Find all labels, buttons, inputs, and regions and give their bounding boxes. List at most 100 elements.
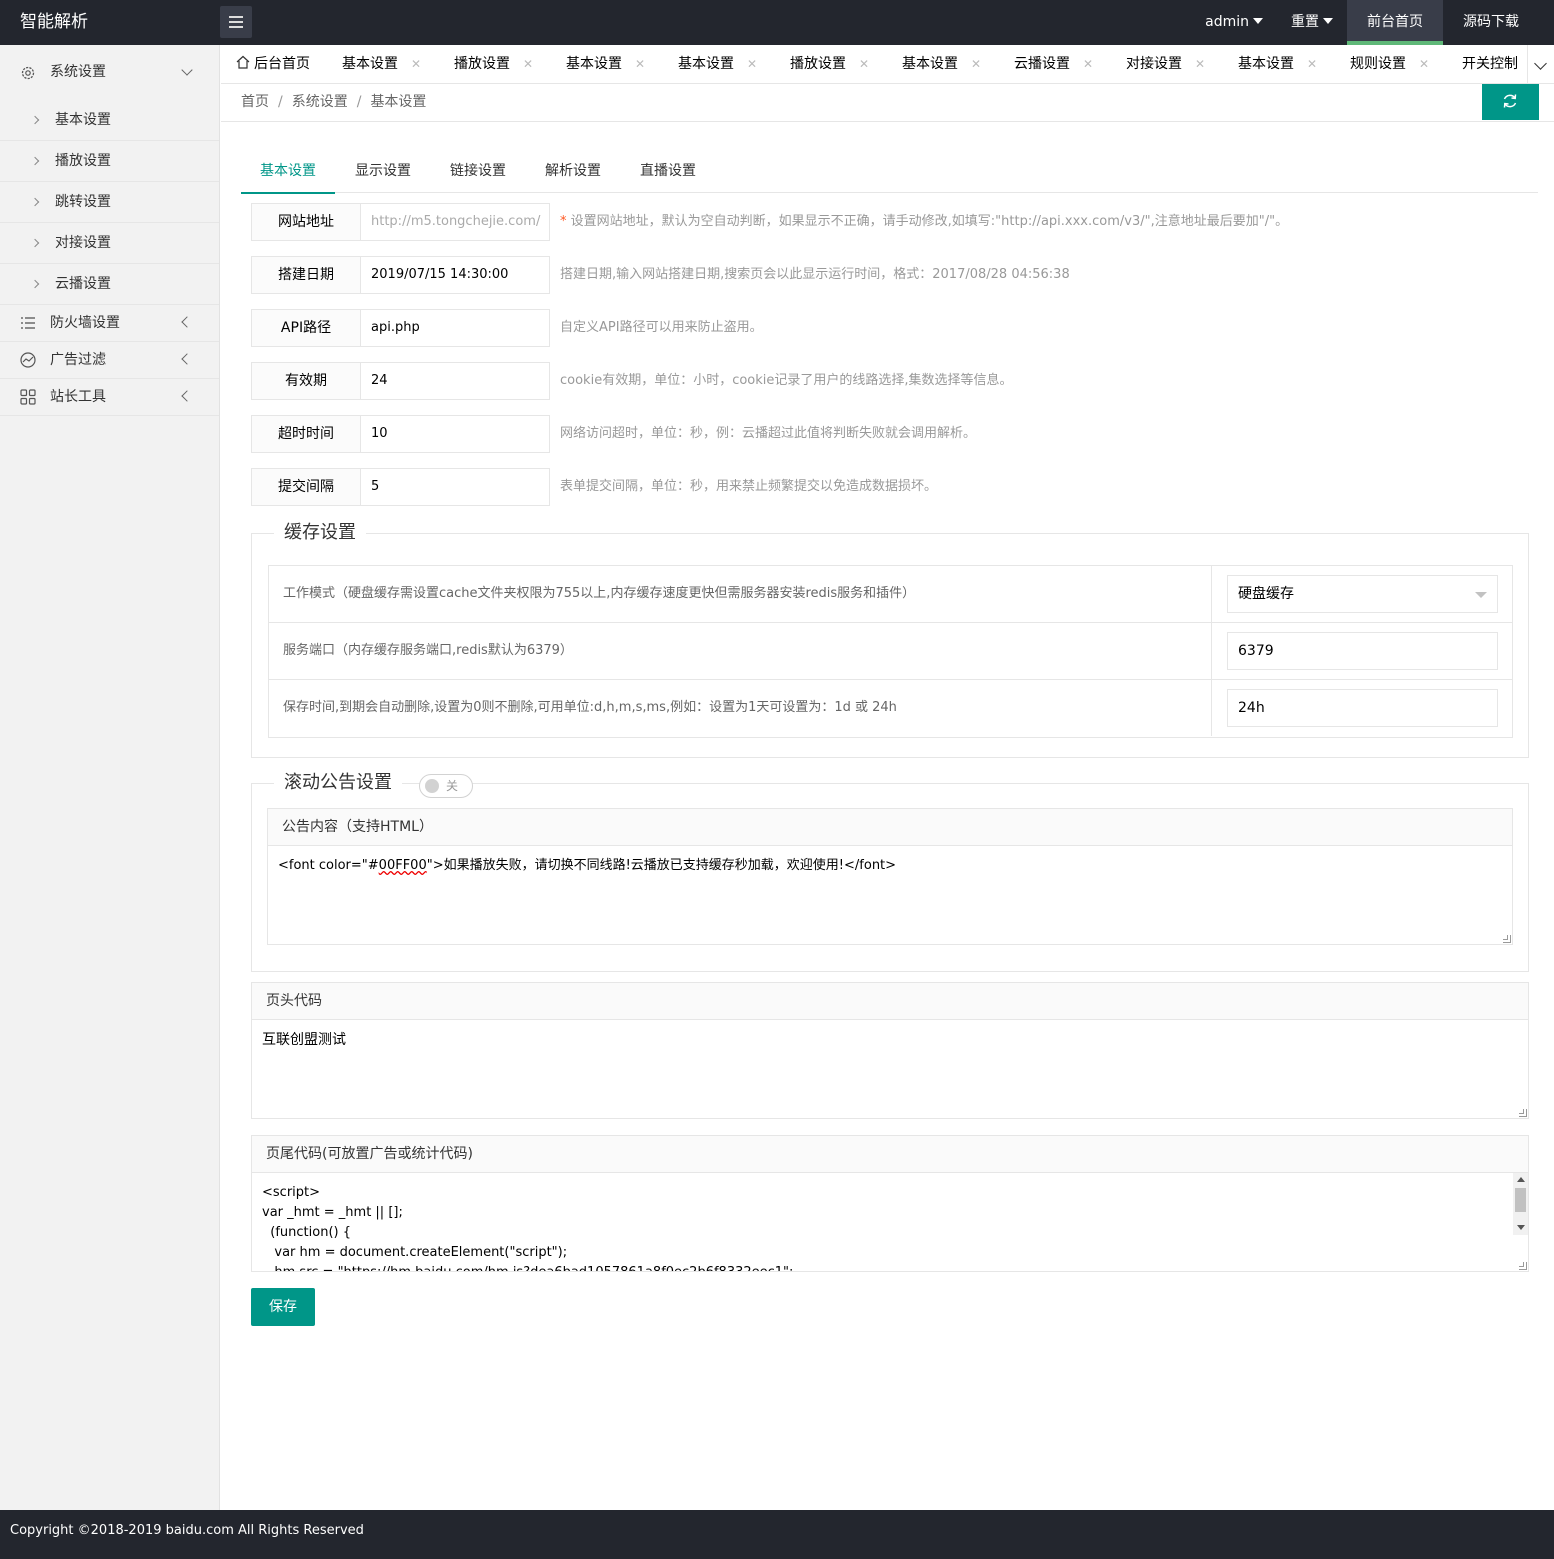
- chevron-right-icon: [30, 279, 40, 289]
- cache-mode-select[interactable]: 硬盘缓存: [1227, 575, 1498, 613]
- tab-scroll-button[interactable]: [1527, 45, 1554, 83]
- submit-interval-input[interactable]: 5: [360, 468, 550, 506]
- tab-display-settings[interactable]: 显示设置: [355, 150, 411, 193]
- close-icon[interactable]: ✕: [747, 45, 757, 83]
- cache-row-cell: 24h: [1211, 680, 1513, 736]
- build-date-input[interactable]: 2019/07/15 14:30:00: [360, 256, 550, 294]
- header-code-textarea[interactable]: 互联创盟测试: [252, 1020, 1528, 1118]
- close-icon[interactable]: ✕: [1195, 45, 1205, 83]
- close-icon[interactable]: ✕: [1083, 45, 1093, 83]
- tab-live-settings[interactable]: 直播设置: [640, 150, 696, 193]
- tab-item[interactable]: 基本设置 ✕: [678, 45, 757, 83]
- tab-item[interactable]: 基本设置 ✕: [342, 45, 421, 83]
- sidebar-group-tools[interactable]: 站长工具: [0, 379, 219, 416]
- resize-handle-icon[interactable]: [1503, 935, 1511, 943]
- sidebar-item-play[interactable]: 播放设置: [0, 141, 219, 182]
- cache-mode-value: 硬盘缓存: [1238, 586, 1294, 602]
- app-logo: 智能解析: [20, 12, 88, 32]
- sidebar-group-system[interactable]: 系统设置: [0, 45, 219, 100]
- close-icon[interactable]: ✕: [635, 45, 645, 83]
- tab-link-settings[interactable]: 链接设置: [450, 150, 506, 193]
- tab-item[interactable]: 播放设置 ✕: [454, 45, 533, 83]
- footer-code-scrollbar[interactable]: [1513, 1173, 1528, 1235]
- header-code-title: 页头代码: [252, 983, 1528, 1020]
- sidebar-item-label: 云播设置: [55, 276, 111, 292]
- breadcrumb-home[interactable]: 首页: [241, 94, 269, 110]
- resize-handle-icon[interactable]: [1519, 1262, 1527, 1270]
- field-label: 搭建日期: [251, 256, 361, 294]
- source-download-link[interactable]: 源码下载: [1443, 0, 1554, 45]
- sidebar-item-label: 对接设置: [55, 235, 111, 251]
- caret-down-icon: [1323, 18, 1333, 24]
- field-hint-text: 设置网站地址，默认为空自动判断，如果显示不正确，请手动修改,如填写:"http:…: [570, 214, 1289, 229]
- field-hint: 表单提交间隔，单位：秒，用来禁止频繁提交以免造成数据损坏。: [560, 479, 938, 494]
- cache-port-input[interactable]: 6379: [1227, 632, 1498, 670]
- tab-item[interactable]: 基本设置 ✕: [566, 45, 645, 83]
- sidebar-group-label: 站长工具: [50, 389, 106, 405]
- sidebar-group-label: 广告过滤: [50, 352, 106, 368]
- sidebar-item-connect[interactable]: 对接设置: [0, 223, 219, 264]
- tab-home[interactable]: 后台首页: [236, 45, 310, 83]
- tab-item[interactable]: 开关控制: [1462, 45, 1518, 83]
- cache-ttl-input[interactable]: 24h: [1227, 689, 1498, 727]
- close-icon[interactable]: ✕: [1419, 45, 1429, 83]
- sidebar-group-firewall[interactable]: 防火墙设置: [0, 305, 219, 342]
- tab-item[interactable]: 云播设置 ✕: [1014, 45, 1093, 83]
- user-menu[interactable]: admin: [1191, 0, 1277, 45]
- sidebar: 系统设置 基本设置 播放设置 跳转设置 对接设置 云播设置 防火墙设置 广告过滤…: [0, 45, 220, 1510]
- tab-label: 基本设置: [902, 56, 958, 72]
- cache-row-label: 保存时间,到期会自动删除,设置为0则不删除,可用单位:d,h,m,s,ms,例如…: [283, 700, 897, 715]
- tab-parse-settings[interactable]: 解析设置: [545, 150, 601, 193]
- tab-item[interactable]: 基本设置 ✕: [902, 45, 981, 83]
- header-code-card: 页头代码 互联创盟测试: [251, 982, 1529, 1119]
- top-header: 智能解析 admin 重置 前台首页 源码下载: [0, 0, 1554, 45]
- close-icon[interactable]: ✕: [411, 45, 421, 83]
- switch-knob: [425, 779, 439, 793]
- close-icon[interactable]: ✕: [859, 45, 869, 83]
- sidebar-group-adfilter[interactable]: 广告过滤: [0, 342, 219, 379]
- tab-label: 后台首页: [254, 56, 310, 72]
- tab-basic-settings[interactable]: 基本设置: [241, 150, 335, 194]
- footer-code-textarea[interactable]: <script> var _hmt = _hmt || []; (functio…: [252, 1173, 1528, 1271]
- save-button[interactable]: 保存: [251, 1288, 315, 1326]
- sidebar-item-label: 基本设置: [55, 112, 111, 128]
- cache-row-cell: 6379: [1211, 623, 1513, 679]
- reset-label: 重置: [1291, 14, 1319, 30]
- expiry-input[interactable]: 24: [360, 362, 550, 400]
- notice-content-textarea[interactable]: <font color="#00FF00">如果播放失败，请切换不同线路!云播放…: [268, 846, 1512, 944]
- tab-item[interactable]: 基本设置 ✕: [1238, 45, 1317, 83]
- refresh-button[interactable]: [1482, 84, 1539, 120]
- sidebar-item-basic[interactable]: 基本设置: [0, 100, 219, 141]
- footer-code-title: 页尾代码(可放置广告或统计代码): [252, 1136, 1528, 1173]
- breadcrumb-section[interactable]: 系统设置: [292, 94, 348, 110]
- scroll-down-icon[interactable]: [1517, 1225, 1525, 1230]
- cache-row-port: 服务端口（内存缓存服务端口,redis默认为6379） 6379: [269, 623, 1512, 680]
- chevron-left-icon: [181, 390, 193, 402]
- footer-code-text: <script> var _hmt = _hmt || []; (functio…: [262, 1185, 793, 1271]
- cache-row-mode: 工作模式（硬盘缓存需设置cache文件夹权限为755以上,内存缓存速度更快但需服…: [269, 566, 1512, 623]
- tab-item[interactable]: 播放设置 ✕: [790, 45, 869, 83]
- notice-toggle-switch[interactable]: 关: [419, 774, 473, 798]
- close-icon[interactable]: ✕: [1307, 45, 1317, 83]
- frontend-home-link[interactable]: 前台首页: [1347, 0, 1443, 45]
- tab-item[interactable]: 规则设置 ✕: [1350, 45, 1429, 83]
- tab-label: 基本设置: [1238, 56, 1294, 72]
- reset-menu[interactable]: 重置: [1277, 0, 1347, 45]
- close-icon[interactable]: ✕: [523, 45, 533, 83]
- menu-toggle-button[interactable]: [220, 6, 252, 38]
- home-icon: [236, 55, 250, 69]
- sidebar-item-cloud[interactable]: 云播设置: [0, 264, 219, 305]
- chevron-down-icon: [181, 63, 193, 76]
- tab-item[interactable]: 对接设置 ✕: [1126, 45, 1205, 83]
- timeout-input[interactable]: 10: [360, 415, 550, 453]
- scroll-up-icon[interactable]: [1517, 1177, 1525, 1182]
- scroll-thumb[interactable]: [1515, 1188, 1526, 1212]
- breadcrumb: 首页 / 系统设置 / 基本设置: [221, 84, 1554, 122]
- api-path-input[interactable]: api.php: [360, 309, 550, 347]
- site-url-input[interactable]: http://m5.tongchejie.com/: [360, 203, 550, 241]
- close-icon[interactable]: ✕: [971, 45, 981, 83]
- resize-handle-icon[interactable]: [1519, 1109, 1527, 1117]
- tab-label: 基本设置: [678, 56, 734, 72]
- sidebar-item-jump[interactable]: 跳转设置: [0, 182, 219, 223]
- field-label: 有效期: [251, 362, 361, 400]
